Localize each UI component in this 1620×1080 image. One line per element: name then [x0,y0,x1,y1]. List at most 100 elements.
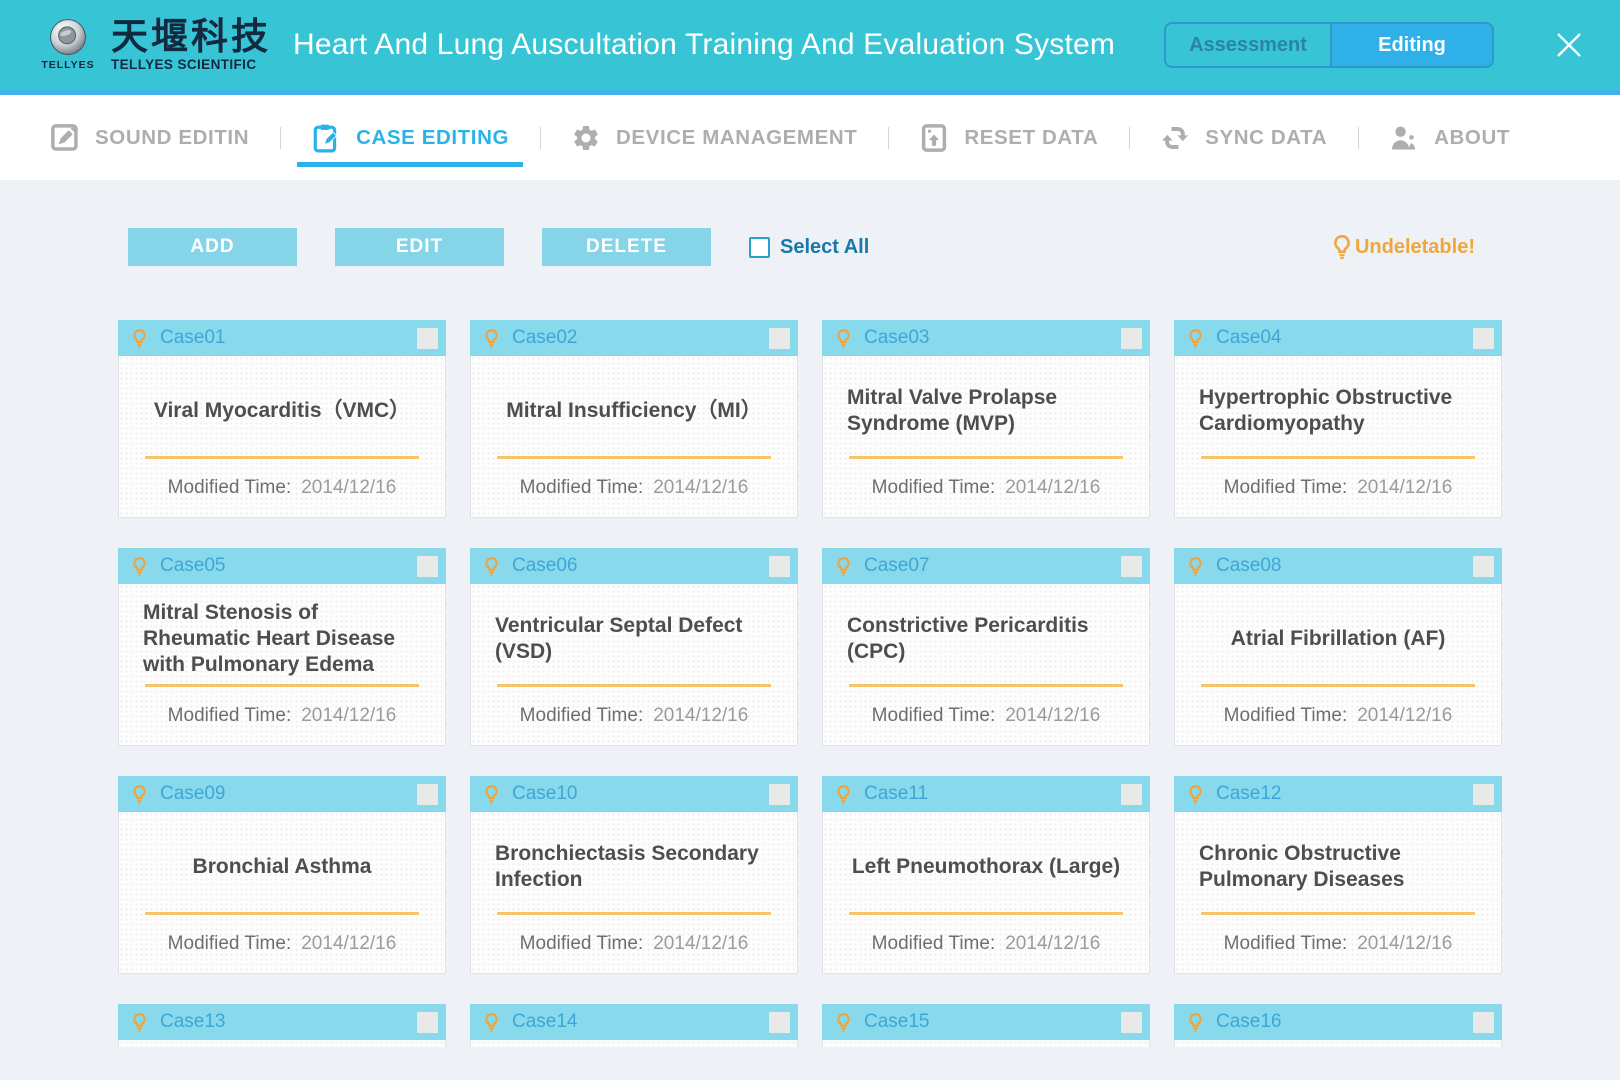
case-card-header: Case05 [118,548,446,584]
modified-time-value: 2014/12/16 [653,933,748,955]
case-id: Case14 [512,1011,578,1033]
case-card-header: Case09 [118,776,446,812]
case-card[interactable]: Case11 Left Pneumothorax (Large) Modifie… [822,776,1150,974]
lightbulb-icon [132,328,147,349]
case-checkbox[interactable] [769,328,790,349]
nav-item-reset-data[interactable]: RESET DATA [919,95,1098,180]
case-checkbox[interactable] [769,1012,790,1033]
device-reset-icon [919,123,949,153]
nav-item-sync-data[interactable]: SYNC DATA [1160,95,1327,180]
case-card[interactable]: Case07 Constrictive Pericarditis (CPC) M… [822,548,1150,746]
case-checkbox[interactable] [417,1012,438,1033]
case-card-header: Case12 [1174,776,1502,812]
case-card[interactable]: Case15 Modified Time: [822,1004,1150,1047]
case-card[interactable]: Case09 Bronchial Asthma Modified Time: 2… [118,776,446,974]
case-card[interactable]: Case12 Chronic Obstructive Pulmonary Dis… [1174,776,1502,974]
case-card-body: Constrictive Pericarditis (CPC) Modified… [822,584,1150,746]
lightbulb-icon [836,556,851,577]
case-card-body: Bronchial Asthma Modified Time: 2014/12/… [118,812,446,974]
case-card[interactable]: Case06 Ventricular Septal Defect (VSD) M… [470,548,798,746]
case-id: Case04 [1216,327,1282,349]
nav-item-case-editing[interactable]: CASE EDITING [311,95,509,180]
close-button[interactable] [1552,28,1586,62]
nav-label: RESET DATA [964,126,1098,150]
case-checkbox[interactable] [769,556,790,577]
case-title: Left Pneumothorax (Large) [852,854,1120,880]
case-checkbox[interactable] [1121,556,1142,577]
modified-time-value: 2014/12/16 [1005,933,1100,955]
modified-time-value: 2014/12/16 [301,477,396,499]
nav-item-about[interactable]: ABOUT [1389,95,1510,180]
case-card-body: Modified Time: [118,1040,446,1047]
case-checkbox[interactable] [769,784,790,805]
case-card-header: Case04 [1174,320,1502,356]
case-card[interactable]: Case08 Atrial Fibrillation (AF) Modified… [1174,548,1502,746]
case-id: Case03 [864,327,930,349]
nav-separator [280,127,281,149]
gear-icon [571,123,601,153]
modified-time-row: Modified Time: 2014/12/16 [471,687,797,745]
lightbulb-icon [1188,328,1203,349]
case-title: Bronchial Asthma [193,854,372,880]
case-card-body: Modified Time: [470,1040,798,1047]
modified-time-row: Modified Time: 2014/12/16 [1175,915,1501,973]
modified-time-row: Modified Time: 2014/12/16 [471,459,797,517]
case-id: Case02 [512,327,578,349]
globe-icon [43,18,93,58]
undeletable-label: Undeletable! [1355,236,1475,259]
modified-time-label: Modified Time: [168,933,292,955]
brand-name-cn: 天堰科技 [111,18,271,56]
case-checkbox[interactable] [1121,784,1142,805]
case-card[interactable]: Case03 Mitral Valve Prolapse Syndrome (M… [822,320,1150,518]
modified-time-label: Modified Time: [1224,933,1348,955]
case-card-header: Case02 [470,320,798,356]
select-all-control: Select All [749,236,869,259]
assessment-tab[interactable]: Assessment [1166,24,1332,66]
lightbulb-icon [132,1012,147,1033]
brand-logo: TELLYES 天堰科技 TELLYES SCIENTIFIC [38,18,271,73]
case-title: Constrictive Pericarditis (CPC) [847,613,1125,665]
case-checkbox[interactable] [417,328,438,349]
case-card-body: Left Pneumothorax (Large) Modified Time:… [822,812,1150,974]
case-checkbox[interactable] [1121,328,1142,349]
case-checkbox[interactable] [1473,1012,1494,1033]
lightbulb-icon [1188,784,1203,805]
case-id: Case13 [160,1011,226,1033]
select-all-checkbox[interactable] [749,237,770,258]
nav-item-sound-editing[interactable]: SOUND EDITIN [50,95,249,180]
case-card-body: Bronchiectasis Secondary Infection Modif… [470,812,798,974]
edit-button[interactable]: EDIT [335,228,504,266]
brand-name-en: TELLYES SCIENTIFIC [111,57,271,72]
clipboard-pencil-icon [311,123,341,153]
nav-separator [540,127,541,149]
delete-button[interactable]: DELETE [542,228,711,266]
case-toolbar: ADD EDIT DELETE Select All Undeletable! [128,228,1475,266]
case-card[interactable]: Case05 Mitral Stenosis of Rheumatic Hear… [118,548,446,746]
nav-separator [1129,127,1130,149]
add-button[interactable]: ADD [128,228,297,266]
case-id: Case16 [1216,1011,1282,1033]
case-checkbox[interactable] [1473,784,1494,805]
case-card[interactable]: Case02 Mitral Insufficiency（MI） Modified… [470,320,798,518]
case-checkbox[interactable] [1121,1012,1142,1033]
lightbulb-icon [484,1012,499,1033]
modified-time-label: Modified Time: [168,477,292,499]
editing-tab[interactable]: Editing [1332,24,1492,66]
case-card[interactable]: Case14 Modified Time: [470,1004,798,1047]
nav-item-device-management[interactable]: DEVICE MANAGEMENT [571,95,857,180]
case-card-header: Case03 [822,320,1150,356]
case-card-body: Ventricular Septal Defect (VSD) Modified… [470,584,798,746]
case-card[interactable]: Case13 Modified Time: [118,1004,446,1047]
case-card[interactable]: Case01 Viral Myocarditis（VMC） Modified T… [118,320,446,518]
case-checkbox[interactable] [1473,328,1494,349]
modified-time-row: Modified Time: 2014/12/16 [823,687,1149,745]
case-checkbox[interactable] [417,784,438,805]
case-card[interactable]: Case04 Hypertrophic Obstructive Cardiomy… [1174,320,1502,518]
case-checkbox[interactable] [1473,556,1494,577]
case-card-body: Mitral Valve Prolapse Syndrome (MVP) Mod… [822,356,1150,518]
modified-time-row: Modified Time: 2014/12/16 [119,915,445,973]
case-card[interactable]: Case10 Bronchiectasis Secondary Infectio… [470,776,798,974]
case-card[interactable]: Case16 Modified Time: [1174,1004,1502,1047]
case-checkbox[interactable] [417,556,438,577]
case-grid-viewport: Case01 Viral Myocarditis（VMC） Modified T… [118,320,1502,1047]
